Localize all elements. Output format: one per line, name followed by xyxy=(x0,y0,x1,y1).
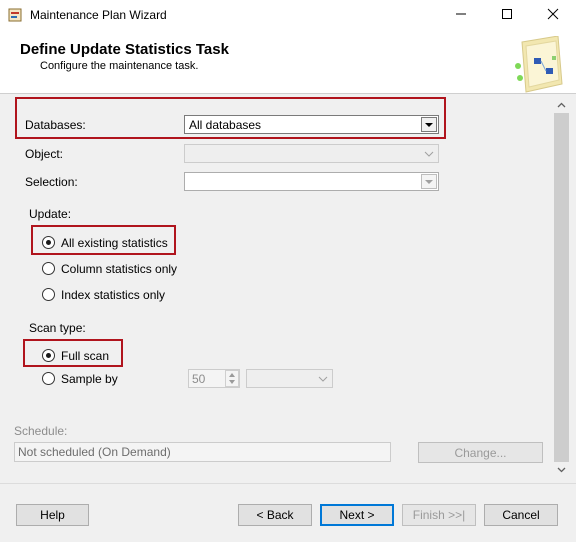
scan-sample-radio[interactable] xyxy=(42,372,55,385)
scan-sample-label[interactable]: Sample by xyxy=(61,372,118,386)
maximize-button[interactable] xyxy=(484,0,530,30)
minimize-icon xyxy=(455,8,467,23)
close-icon xyxy=(547,8,559,23)
scan-type-label: Scan type: xyxy=(29,321,86,335)
dropdown-arrow-icon xyxy=(421,146,437,161)
help-button[interactable]: Help xyxy=(16,504,89,526)
object-dropdown[interactable] xyxy=(184,144,439,163)
scan-full-label[interactable]: Full scan xyxy=(61,349,109,363)
dropdown-arrow-icon xyxy=(421,117,437,132)
update-all-existing-label[interactable]: All existing statistics xyxy=(61,236,168,250)
back-button[interactable]: < Back xyxy=(238,504,312,526)
sample-percent-value: 50 xyxy=(192,371,206,386)
update-index-only-radio[interactable] xyxy=(42,288,55,301)
selection-label: Selection: xyxy=(25,175,78,189)
databases-value: All databases xyxy=(189,117,262,132)
sample-unit-dropdown[interactable] xyxy=(246,369,333,388)
window-title: Maintenance Plan Wizard xyxy=(30,8,167,22)
databases-label: Databases: xyxy=(25,118,86,132)
schedule-label: Schedule: xyxy=(14,424,68,438)
next-button[interactable]: Next > xyxy=(320,504,394,526)
maximize-icon xyxy=(501,8,513,23)
update-column-only-radio[interactable] xyxy=(42,262,55,275)
schedule-value: Not scheduled (On Demand) xyxy=(18,445,171,459)
change-schedule-button[interactable]: Change... xyxy=(418,442,543,463)
scrollbar-thumb[interactable] xyxy=(554,113,569,462)
wizard-graphic-icon xyxy=(512,35,572,94)
dropdown-arrow-icon xyxy=(315,371,331,386)
scroll-up-icon[interactable] xyxy=(554,98,569,112)
finish-button[interactable]: Finish >>| xyxy=(402,504,476,526)
page-subtitle: Configure the maintenance task. xyxy=(40,60,199,72)
app-icon xyxy=(8,7,23,22)
dropdown-arrow-icon xyxy=(421,174,437,189)
minimize-button[interactable] xyxy=(438,0,484,30)
update-all-existing-radio[interactable] xyxy=(42,236,55,249)
scroll-down-icon[interactable] xyxy=(554,463,569,477)
scan-full-radio[interactable] xyxy=(42,349,55,362)
databases-dropdown[interactable]: All databases xyxy=(184,115,439,134)
footer-separator xyxy=(0,483,576,484)
object-label: Object: xyxy=(25,147,64,161)
selection-dropdown[interactable] xyxy=(184,172,439,191)
stepper-arrows-icon[interactable] xyxy=(225,370,239,387)
cancel-button[interactable]: Cancel xyxy=(484,504,558,526)
update-index-only-label[interactable]: Index statistics only xyxy=(61,288,165,302)
update-column-only-label[interactable]: Column statistics only xyxy=(61,262,177,276)
schedule-field: Not scheduled (On Demand) xyxy=(14,442,391,462)
page-title: Define Update Statistics Task xyxy=(20,41,229,58)
update-label: Update: xyxy=(29,207,72,221)
close-button[interactable] xyxy=(530,0,576,30)
